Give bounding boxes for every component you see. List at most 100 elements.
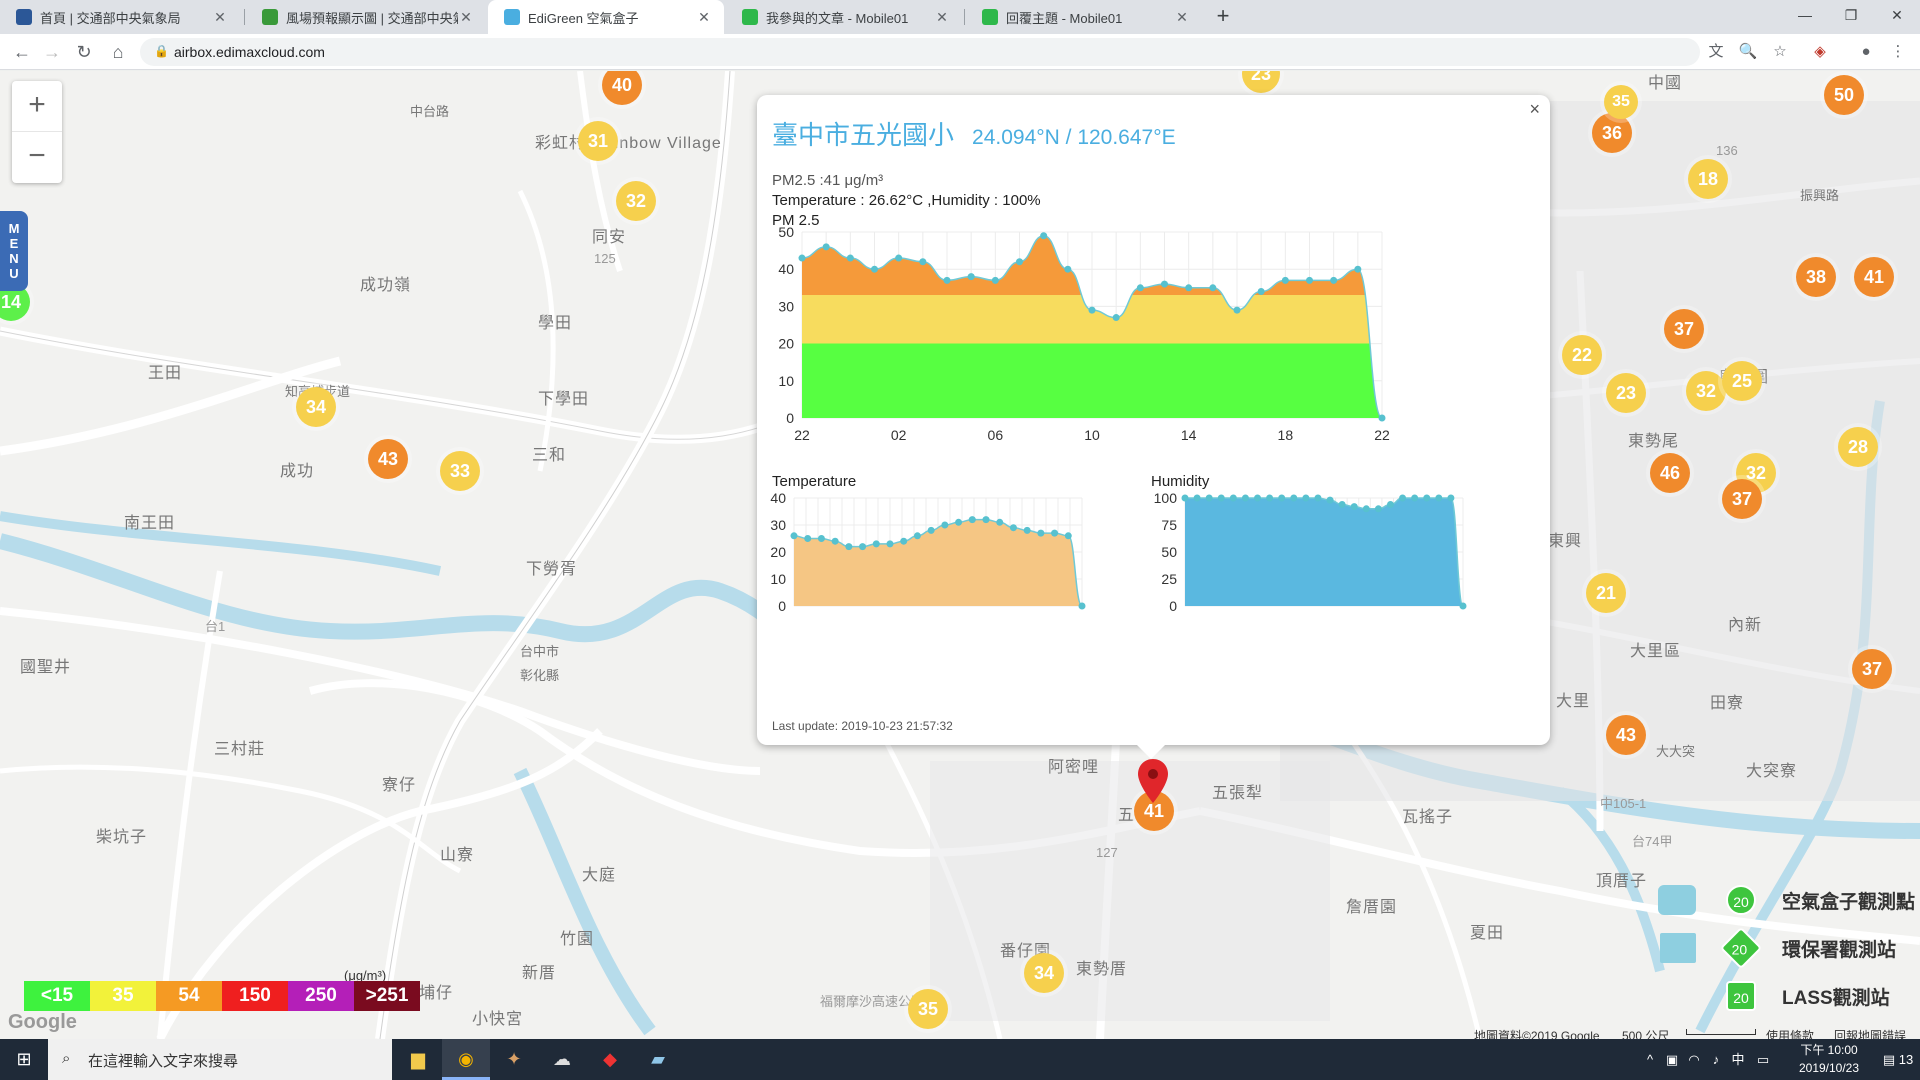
place-label: 小快宮 bbox=[472, 1011, 524, 1028]
app-icon[interactable]: ▰ bbox=[634, 1039, 682, 1080]
tab-mobile01-articles[interactable]: 我參與的文章 - Mobile01 ✕ bbox=[726, 0, 962, 34]
reload-icon[interactable]: ↻ bbox=[70, 38, 98, 66]
bookmark-star-icon[interactable]: ☆ bbox=[1766, 38, 1794, 66]
data-point bbox=[943, 276, 951, 284]
zoom-out-button[interactable]: − bbox=[12, 132, 62, 182]
profile-icon[interactable]: ● bbox=[1852, 38, 1880, 66]
legend-lass: 20 LASS觀測站 bbox=[1658, 977, 1920, 1017]
place-label: 成功嶺 bbox=[360, 277, 412, 294]
volume-icon[interactable]: ♪ bbox=[1706, 1039, 1726, 1080]
airbox-marker[interactable]: 34 bbox=[296, 387, 336, 427]
data-point bbox=[1241, 494, 1249, 502]
data-point bbox=[1233, 306, 1241, 314]
data-point bbox=[1229, 494, 1237, 502]
close-tab-icon[interactable]: ✕ bbox=[1174, 9, 1190, 26]
menu-button[interactable]: M E N U bbox=[0, 211, 28, 291]
airbox-marker[interactable]: 37 bbox=[1852, 649, 1892, 689]
clock[interactable]: 下午 10:00 2019/10/23 bbox=[1784, 1041, 1874, 1077]
new-tab-button[interactable]: + bbox=[1210, 4, 1236, 30]
airbox-marker[interactable]: 23 bbox=[1606, 373, 1646, 413]
report-map-error-link[interactable]: 回報地圖錯誤 bbox=[1834, 1027, 1906, 1039]
airbox-marker[interactable]: 21 bbox=[1586, 573, 1626, 613]
series-area bbox=[1185, 498, 1463, 606]
app-icon[interactable]: ✦ bbox=[490, 1039, 538, 1080]
data-point bbox=[1281, 276, 1289, 284]
data-point bbox=[817, 535, 825, 542]
tab-mobile01-reply[interactable]: 回覆主題 - Mobile01 ✕ bbox=[966, 0, 1202, 34]
temp-humidity-reading: Temperature : 26.62°C ,Humidity : 100% bbox=[772, 192, 1041, 209]
app-icon[interactable]: ☁ bbox=[538, 1039, 586, 1080]
airbox-marker[interactable]: 50 bbox=[1824, 75, 1864, 115]
location-pin-icon[interactable] bbox=[1138, 759, 1168, 803]
ime-indicator[interactable]: 中 bbox=[1728, 1039, 1748, 1080]
taskbar-search[interactable]: ⌕ 在這裡輸入文字來搜尋 bbox=[48, 1039, 392, 1080]
terms-link[interactable]: 使用條款 bbox=[1766, 1027, 1814, 1039]
data-point bbox=[822, 243, 830, 251]
file-explorer-icon[interactable]: ▆ bbox=[394, 1039, 442, 1080]
menu-dots-icon[interactable]: ⋮ bbox=[1884, 38, 1912, 66]
airbox-marker[interactable]: 38 bbox=[1796, 257, 1836, 297]
tray-security-icon[interactable]: ▣ bbox=[1662, 1039, 1682, 1080]
data-point bbox=[1374, 505, 1382, 513]
close-tab-icon[interactable]: ✕ bbox=[212, 9, 228, 26]
keyboard-icon[interactable]: ▭ bbox=[1752, 1039, 1774, 1080]
data-point bbox=[1306, 276, 1313, 284]
translate-icon[interactable]: 文 bbox=[1702, 38, 1730, 66]
airbox-marker[interactable]: 31 bbox=[578, 121, 618, 161]
lock-icon: 🔒 bbox=[154, 44, 169, 58]
airbox-marker[interactable]: 22 bbox=[1562, 335, 1602, 375]
tab-edigreen[interactable]: EdiGreen 空氣盒子 ✕ bbox=[488, 0, 724, 34]
close-tab-icon[interactable]: ✕ bbox=[696, 9, 712, 26]
map-canvas[interactable]: 中台路 彩虹村-Rainbow Village 成功嶺 王田 學田 知高埔步道 … bbox=[0, 71, 1920, 1039]
pm25-chart: 0 10 20 30 40 50 22 02 06 10 14 18 22 bbox=[778, 224, 1390, 443]
pm25-reading: PM2.5 :41 μg/m³ bbox=[772, 172, 884, 189]
legend-airbox: 20 空氣盒子觀測點 bbox=[1658, 881, 1920, 921]
airbox-marker[interactable]: 28 bbox=[1838, 427, 1878, 467]
airbox-marker[interactable]: 37 bbox=[1722, 479, 1762, 519]
notifications-icon[interactable]: ▤ 13 bbox=[1878, 1039, 1918, 1080]
app-icon[interactable]: ◆ bbox=[586, 1039, 634, 1080]
airbox-marker[interactable]: 34 bbox=[1024, 953, 1064, 993]
airbox-marker[interactable]: 35 bbox=[1604, 85, 1638, 119]
chrome-icon[interactable]: ◉ bbox=[442, 1039, 490, 1080]
airbox-marker[interactable]: 41 bbox=[1854, 257, 1894, 297]
minimize-button[interactable]: — bbox=[1782, 0, 1828, 30]
extension-icon[interactable]: ◈ bbox=[1806, 38, 1834, 66]
data-point bbox=[913, 532, 921, 540]
airbox-marker[interactable]: 18 bbox=[1688, 159, 1728, 199]
windows-start-icon[interactable]: ⊞ bbox=[0, 1039, 48, 1080]
restore-button[interactable]: ❐ bbox=[1828, 0, 1874, 30]
address-bar[interactable]: 🔒 airbox.edimaxcloud.com bbox=[140, 38, 1700, 66]
tab-wind-forecast[interactable]: 風場預報顯示圖 | 交通部中央氣象局 ✕ bbox=[246, 0, 486, 34]
tab-cwb-home[interactable]: 首頁 | 交通部中央氣象局 ✕ bbox=[0, 0, 240, 34]
back-icon[interactable]: ← bbox=[8, 38, 36, 66]
home-icon[interactable]: ⌂ bbox=[104, 38, 132, 66]
window-close-button[interactable]: ✕ bbox=[1874, 0, 1920, 30]
close-tab-icon[interactable]: ✕ bbox=[934, 9, 950, 26]
tray-up-arrow-icon[interactable]: ^ bbox=[1640, 1039, 1660, 1080]
close-tab-icon[interactable]: ✕ bbox=[458, 9, 474, 26]
epa-building-icon bbox=[1660, 933, 1696, 963]
place-label: 三村莊 bbox=[214, 741, 266, 758]
airbox-marker[interactable]: 43 bbox=[1606, 715, 1646, 755]
zoom-in-button[interactable]: + bbox=[12, 81, 62, 131]
data-point bbox=[1378, 414, 1386, 422]
popup-close-button[interactable]: × bbox=[1529, 99, 1540, 120]
airbox-marker[interactable]: 46 bbox=[1650, 453, 1690, 493]
wifi-icon[interactable]: ◠ bbox=[1684, 1039, 1704, 1080]
zoom-icon[interactable]: 🔍 bbox=[1734, 38, 1762, 66]
search-icon: ⌕ bbox=[62, 1050, 71, 1067]
data-point bbox=[1423, 494, 1431, 502]
airbox-marker[interactable]: 33 bbox=[440, 451, 480, 491]
airbox-marker[interactable]: 32 bbox=[616, 181, 656, 221]
airbox-marker[interactable]: 37 bbox=[1664, 309, 1704, 349]
airbox-marker[interactable]: 35 bbox=[908, 989, 948, 1029]
airbox-marker[interactable]: 36 bbox=[1592, 113, 1632, 153]
station-count-badge: 20 bbox=[1726, 885, 1756, 915]
forward-icon[interactable]: → bbox=[38, 38, 66, 66]
data-point bbox=[1354, 265, 1362, 273]
airbox-marker[interactable]: 25 bbox=[1722, 361, 1762, 401]
place-label: 瓦搖子 bbox=[1402, 809, 1454, 826]
airbox-marker[interactable]: 43 bbox=[368, 439, 408, 479]
airbox-marker[interactable]: 32 bbox=[1686, 371, 1726, 411]
